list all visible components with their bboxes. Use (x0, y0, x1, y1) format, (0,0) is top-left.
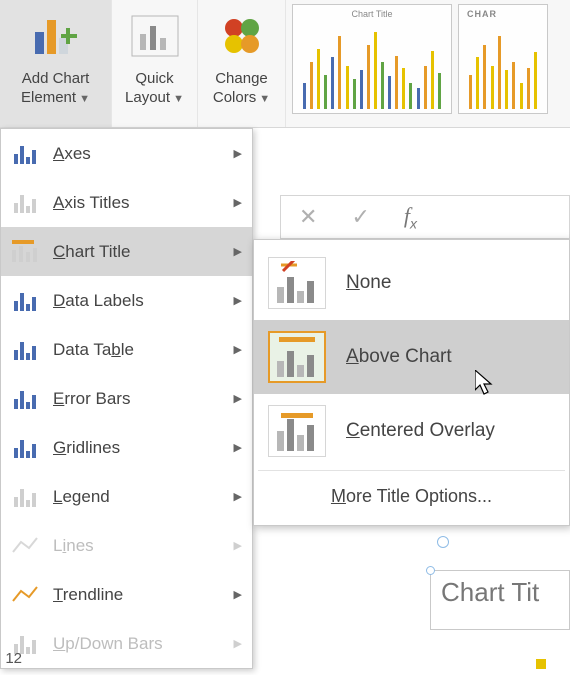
menu-item-axes[interactable]: Axes ▶ (1, 129, 252, 178)
submenu-item-centered-overlay[interactable]: Centered Overlay (254, 394, 569, 468)
menu-label: Error Bars (53, 389, 130, 409)
dropdown-caret-icon: ▼ (173, 93, 184, 105)
menu-item-data-table[interactable]: Data Table ▶ (1, 325, 252, 374)
lines-icon (9, 533, 41, 559)
submenu-label: Above Chart (346, 346, 452, 368)
menu-label: Lines (53, 536, 94, 556)
submenu-arrow-icon: ▶ (234, 245, 242, 258)
menu-item-trendline[interactable]: Trendline ▶ (1, 570, 252, 619)
menu-label: Axis Titles (53, 193, 130, 213)
submenu-arrow-icon: ▶ (234, 490, 242, 503)
menu-item-data-labels[interactable]: Data Labels ▶ (1, 276, 252, 325)
menu-label: Chart Title (53, 242, 130, 262)
submenu-arrow-icon: ▶ (234, 588, 242, 601)
axis-titles-icon (9, 190, 41, 216)
above-chart-icon (268, 331, 326, 383)
submenu-label: None (346, 272, 391, 294)
quick-layout-icon (128, 10, 182, 64)
ribbon: Add Chart Element▼ Quick Layout▼ Change … (0, 0, 570, 128)
submenu-arrow-icon: ▶ (234, 441, 242, 454)
chart-object[interactable]: Chart Tit (430, 570, 570, 630)
none-icon (268, 257, 326, 309)
chart-title-text[interactable]: Chart Tit (441, 577, 539, 607)
menu-item-lines: Lines ▶ (1, 521, 252, 570)
data-labels-icon (9, 288, 41, 314)
quick-layout-label: Quick Layout (125, 70, 174, 106)
submenu-arrow-icon: ▶ (234, 392, 242, 405)
quick-layout-button[interactable]: Quick Layout▼ (112, 0, 198, 127)
submenu-arrow-icon: ▶ (234, 196, 242, 209)
submenu-label: Centered Overlay (346, 420, 495, 442)
menu-item-chart-title[interactable]: Chart Title ▶ (1, 227, 252, 276)
chart-style-thumb[interactable]: Chart Title (292, 4, 452, 114)
menu-item-error-bars[interactable]: Error Bars ▶ (1, 374, 252, 423)
resize-handle[interactable] (426, 566, 435, 575)
gridlines-icon (9, 435, 41, 461)
change-colors-button[interactable]: Change Colors▼ (198, 0, 286, 127)
menu-label: Up/Down Bars (53, 634, 163, 654)
menu-label: Data Labels (53, 291, 144, 311)
fx-icon[interactable]: fx (404, 203, 417, 231)
submenu-arrow-icon: ▶ (234, 343, 242, 356)
menu-item-gridlines[interactable]: Gridlines ▶ (1, 423, 252, 472)
menu-label: Axes (53, 144, 91, 164)
menu-label: Data Table (53, 340, 134, 360)
add-chart-element-icon (29, 10, 83, 64)
menu-label: Trendline (53, 585, 123, 605)
submenu-item-none[interactable]: None (254, 246, 569, 320)
thumb-bars-icon (301, 23, 443, 109)
thumb-title: Chart Title (301, 9, 443, 19)
dropdown-caret-icon: ▼ (79, 93, 90, 105)
change-colors-icon (215, 10, 269, 64)
error-bars-icon (9, 386, 41, 412)
trendline-icon (9, 582, 41, 608)
data-table-icon (9, 337, 41, 363)
axes-icon (9, 141, 41, 167)
submenu-arrow-icon: ▶ (234, 539, 242, 552)
submenu-label: More Title Options... (331, 486, 492, 507)
chart-title-submenu: None Above Chart Centered Overlay More T… (253, 239, 570, 526)
menu-label: Gridlines (53, 438, 120, 458)
formula-bar: ✕ ✓ fx (280, 195, 570, 239)
rotate-handle[interactable] (437, 536, 449, 548)
chart-style-gallery: Chart Title CHAR (286, 0, 570, 127)
legend-swatch (536, 659, 546, 669)
menu-label: Legend (53, 487, 110, 507)
separator (258, 470, 565, 471)
add-chart-element-button[interactable]: Add Chart Element▼ (0, 0, 112, 127)
centered-overlay-icon (268, 405, 326, 457)
row-header[interactable]: 12 (0, 650, 26, 667)
menu-item-axis-titles[interactable]: Axis Titles ▶ (1, 178, 252, 227)
submenu-arrow-icon: ▶ (234, 637, 242, 650)
accept-icon[interactable]: ✓ (351, 204, 369, 230)
dropdown-caret-icon: ▼ (259, 93, 270, 105)
chart-title-icon (9, 239, 41, 265)
cancel-icon[interactable]: ✕ (299, 204, 317, 230)
menu-item-legend[interactable]: Legend ▶ (1, 472, 252, 521)
add-chart-element-menu: Axes ▶ Axis Titles ▶ Chart Title ▶ Data … (0, 128, 253, 669)
thumb-bars-icon (467, 23, 539, 109)
submenu-item-above-chart[interactable]: Above Chart (254, 320, 569, 394)
submenu-arrow-icon: ▶ (234, 147, 242, 160)
menu-item-updown-bars: Up/Down Bars ▶ (1, 619, 252, 668)
legend-icon (9, 484, 41, 510)
submenu-item-more-options[interactable]: More Title Options... (254, 473, 569, 519)
submenu-arrow-icon: ▶ (234, 294, 242, 307)
chart-style-thumb[interactable]: CHAR (458, 4, 548, 114)
thumb-title: CHAR (467, 9, 539, 19)
